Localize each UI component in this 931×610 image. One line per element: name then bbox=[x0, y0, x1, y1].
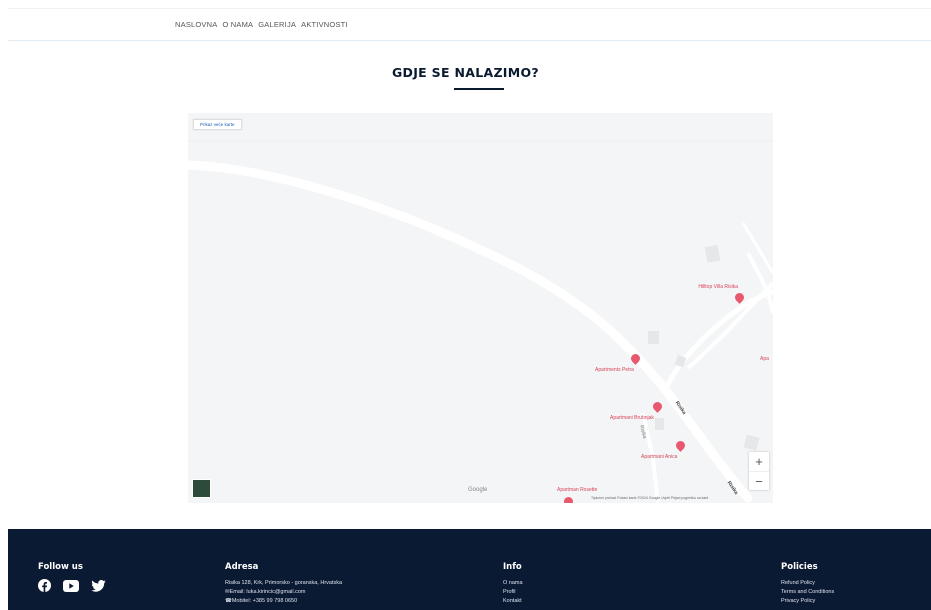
site-footer: Follow us Adresa Risika 128, Krk, Primor… bbox=[8, 529, 931, 610]
poi-apartman-rosette[interactable]: Apartman Rosette bbox=[557, 487, 597, 503]
facebook-icon[interactable] bbox=[38, 579, 51, 597]
nav-link-o-nama[interactable]: O NAMA bbox=[222, 20, 253, 29]
map-attribution[interactable]: Tipkovni prečaci Podaci karte ©2024 Goog… bbox=[591, 496, 708, 500]
email-line[interactable]: ✉Email: luka.kirincic@gmail.com bbox=[225, 588, 342, 597]
footer-address-title: Adresa bbox=[225, 562, 259, 572]
footer-link-profil[interactable]: Profil bbox=[503, 588, 523, 597]
zoom-out-button[interactable]: − bbox=[749, 471, 769, 490]
footer-follow-title: Follow us bbox=[38, 562, 83, 572]
phone-line[interactable]: ☎Mobitel: +385 99 798 0650 bbox=[225, 597, 342, 606]
section-title: GDJE SE NALAZIMO? bbox=[392, 65, 539, 80]
top-navigation-bar: NASLOVNA O NAMA GALERIJA AKTIVNOSTI bbox=[8, 8, 931, 41]
footer-info-title: Info bbox=[503, 562, 522, 572]
nav-link-galerija[interactable]: GALERIJA bbox=[258, 20, 296, 29]
nav-link-naslovna[interactable]: NASLOVNA bbox=[175, 20, 217, 29]
zoom-controls: + − bbox=[749, 452, 769, 490]
poi-label: Apartments Petra bbox=[595, 367, 634, 373]
footer-link-kontakt[interactable]: Kontakt bbox=[503, 597, 523, 606]
poi-label: Apartmani Anica bbox=[641, 454, 678, 460]
poi-apartments-petra[interactable]: Apartments Petra bbox=[595, 352, 642, 373]
map-pin-icon bbox=[629, 352, 642, 365]
poi-apartmani-brubnjak[interactable]: Apartmani Brubnjak bbox=[610, 400, 664, 421]
larger-map-link[interactable]: Prikaz veće karte bbox=[193, 119, 242, 130]
poi-label-apa[interactable]: Apa bbox=[760, 356, 769, 362]
google-logo: Google bbox=[468, 487, 488, 493]
map-pin-icon bbox=[562, 495, 575, 503]
title-underline bbox=[454, 88, 504, 90]
footer-link-privacy-policy[interactable]: Privacy Policy bbox=[781, 597, 834, 606]
footer-link-terms[interactable]: Terms and Conditions bbox=[781, 588, 834, 597]
footer-info-column: Info O nama Profil Kontakt bbox=[503, 562, 523, 606]
footer-address-column: Adresa Risika 128, Krk, Primorsko - gora… bbox=[225, 562, 342, 606]
map-pin-icon bbox=[674, 439, 687, 452]
main-nav: NASLOVNA O NAMA GALERIJA AKTIVNOSTI bbox=[175, 20, 348, 29]
youtube-icon[interactable] bbox=[63, 579, 79, 597]
footer-follow-column: Follow us bbox=[38, 562, 106, 597]
embedded-map[interactable]: Prikaz veće karte Hilltop Villa Risika A… bbox=[188, 113, 773, 503]
map-pin-icon bbox=[733, 291, 746, 304]
footer-policies-title: Policies bbox=[781, 562, 818, 572]
poi-hilltop-villa[interactable]: Hilltop Villa Risika bbox=[698, 284, 746, 304]
footer-policies-column: Policies Refund Policy Terms and Conditi… bbox=[781, 562, 834, 606]
poi-label: Apartman Rosette bbox=[557, 487, 598, 493]
footer-link-o-nama[interactable]: O nama bbox=[503, 579, 523, 588]
twitter-icon[interactable] bbox=[91, 579, 106, 597]
poi-label: Apartmani Brubnjak bbox=[610, 415, 654, 421]
footer-link-refund-policy[interactable]: Refund Policy bbox=[781, 579, 834, 588]
poi-label: Hilltop Villa Risika bbox=[698, 284, 738, 290]
poi-apartmani-anica[interactable]: Apartmani Anica bbox=[641, 439, 687, 460]
zoom-in-button[interactable]: + bbox=[749, 452, 769, 471]
address-line: Risika 128, Krk, Primorsko - goranska, H… bbox=[225, 580, 343, 586]
map-pin-icon bbox=[651, 400, 664, 413]
nav-link-aktivnosti[interactable]: AKTIVNOSTI bbox=[301, 20, 348, 29]
satellite-toggle-thumbnail[interactable] bbox=[192, 479, 211, 498]
social-links bbox=[38, 579, 106, 597]
